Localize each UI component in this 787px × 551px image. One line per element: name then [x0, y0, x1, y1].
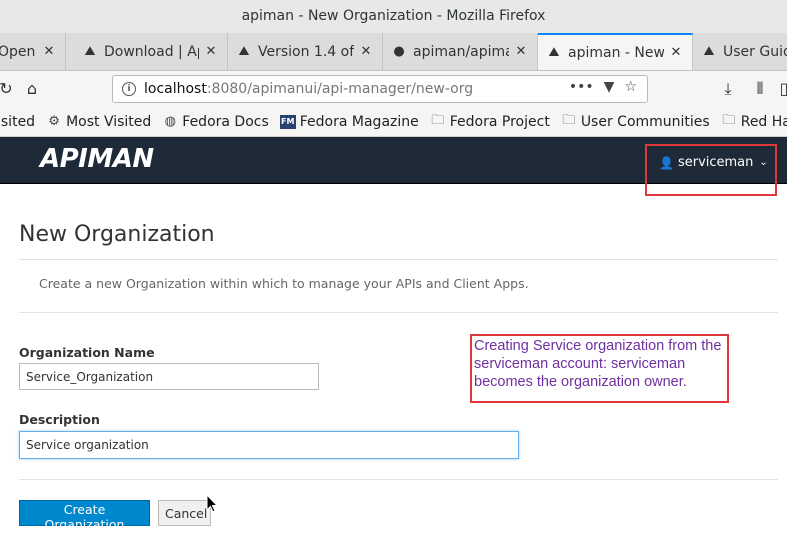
bookmark-user-communities[interactable]: 🗀 User Communities — [561, 111, 710, 133]
globe-icon: ◍ — [164, 114, 176, 129]
bookmarks-bar: isited ⚙ Most Visited ◍ Fedora Docs FM F… — [0, 107, 787, 137]
pocket-icon[interactable]: ▼ — [604, 79, 615, 95]
org-name-label: Organization Name — [19, 345, 155, 360]
tab-user-guide[interactable]: ⛰ User Guid — [693, 33, 787, 70]
divider — [19, 479, 778, 480]
apiman-favicon-icon: ⛰ — [548, 44, 560, 60]
tab-github[interactable]: ● apiman/apiman ✕ — [383, 33, 538, 70]
tab-apiman-new[interactable]: ⛰ apiman - New ✕ — [538, 33, 693, 70]
highlight-box-user — [645, 144, 777, 196]
divider — [19, 312, 778, 313]
tab-label: apiman - New — [568, 44, 664, 61]
github-icon: ● — [393, 43, 405, 59]
navigation-bar: ↻ ⌂ i localhost :8080/apimanui/api-manag… — [0, 71, 787, 107]
library-icon[interactable]: ⫴ — [748, 77, 772, 101]
tab-label: User Guid — [723, 43, 787, 60]
close-icon[interactable]: ✕ — [513, 44, 529, 59]
tab-version[interactable]: ⛰ Version 1.4 of ✕ — [228, 33, 383, 70]
tab-download[interactable]: ⛰ Download | Ap ✕ — [74, 33, 228, 70]
gear-icon: ⚙ — [48, 114, 60, 129]
tab-label: Open — [0, 43, 36, 60]
bookmark-label: User Communities — [580, 113, 710, 130]
bookmark-label: isited — [0, 113, 36, 130]
divider — [19, 259, 778, 260]
tab-open[interactable]: Open ✕ — [0, 33, 66, 70]
tab-bar: Open ✕ ⛰ Download | Ap ✕ ⛰ Version 1.4 o… — [0, 33, 787, 71]
close-icon[interactable]: ✕ — [203, 44, 219, 59]
bookmark-label: Fedora Magazine — [299, 113, 419, 130]
bookmark-most-visited-partial[interactable]: isited — [0, 114, 35, 130]
bookmark-most-visited[interactable]: ⚙ Most Visited — [46, 114, 151, 130]
description-label: Description — [19, 412, 100, 427]
bookmark-label: Red Hat — [740, 113, 787, 130]
page-description: Create a new Organization within which t… — [39, 276, 529, 291]
apiman-favicon-icon: ⛰ — [238, 43, 250, 59]
apiman-logo[interactable]: APIMAN — [40, 144, 154, 174]
window-title: apiman - New Organization - Mozilla Fire… — [0, 0, 787, 34]
bookmark-fedora-project[interactable]: 🗀 Fedora Project — [430, 111, 550, 133]
reload-icon[interactable]: ↻ — [0, 77, 18, 101]
download-icon[interactable]: ⤓ — [716, 77, 740, 101]
cancel-button[interactable]: Cancel — [158, 500, 211, 526]
url-host: localhost — [144, 81, 207, 97]
sidebar-icon[interactable]: ▯ — [772, 77, 787, 101]
bookmark-label: Fedora Docs — [182, 113, 269, 130]
close-icon[interactable]: ✕ — [41, 44, 57, 59]
bookmark-label: Fedora Project — [449, 113, 550, 130]
home-icon[interactable]: ⌂ — [20, 77, 44, 101]
tab-label: Download | Ap — [104, 43, 199, 60]
folder-icon: 🗀 — [562, 112, 576, 128]
apiman-favicon-icon: ⛰ — [84, 43, 96, 59]
more-actions-icon[interactable]: ••• — [569, 79, 594, 95]
folder-icon: 🗀 — [431, 112, 445, 128]
info-icon[interactable]: i — [122, 82, 136, 96]
create-organization-button[interactable]: Create Organization — [19, 500, 150, 532]
tab-label: Version 1.4 of — [258, 43, 354, 60]
url-bar[interactable]: i localhost :8080/apimanui/api-manager/n… — [112, 75, 648, 103]
bookmark-fedora-magazine[interactable]: FM Fedora Magazine — [279, 113, 419, 130]
bookmark-red-hat[interactable]: 🗀 Red Hat — [721, 111, 787, 133]
fm-icon: FM — [279, 114, 296, 129]
folder-icon: 🗀 — [722, 112, 736, 128]
mouse-cursor-icon — [206, 494, 218, 513]
close-icon[interactable]: ✕ — [358, 44, 374, 59]
bookmark-fedora-docs[interactable]: ◍ Fedora Docs — [162, 113, 269, 130]
tab-label: apiman/apiman — [413, 43, 509, 60]
apiman-favicon-icon: ⛰ — [703, 43, 715, 59]
org-name-input[interactable] — [19, 363, 319, 390]
url-path: :8080/apimanui/api-manager/new-org — [206, 81, 474, 97]
bookmark-label: Most Visited — [66, 113, 152, 130]
close-icon[interactable]: ✕ — [668, 45, 684, 60]
description-input[interactable] — [19, 431, 519, 459]
annotation-text: Creating Service organization from the s… — [474, 338, 722, 390]
bookmark-star-icon[interactable]: ☆ — [624, 79, 637, 95]
page-title: New Organization — [19, 222, 215, 247]
